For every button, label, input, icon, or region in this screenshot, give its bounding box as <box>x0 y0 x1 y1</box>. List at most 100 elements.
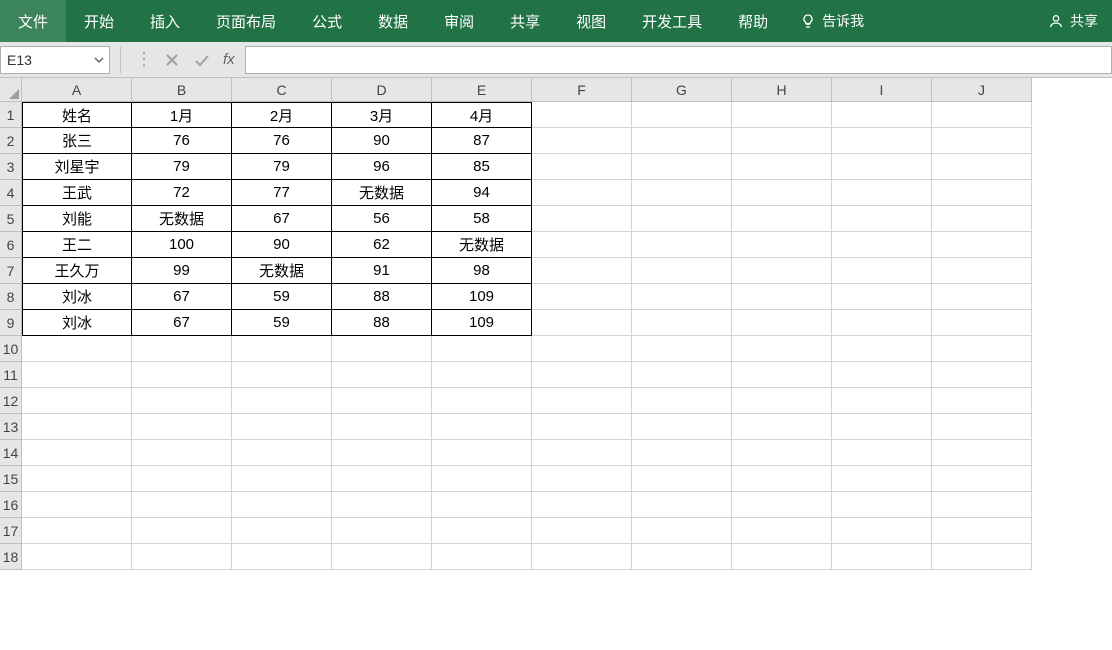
row-header-5[interactable]: 5 <box>0 206 22 232</box>
cell-E14[interactable] <box>432 440 532 466</box>
cell-J6[interactable] <box>932 232 1032 258</box>
tab-help[interactable]: 帮助 <box>720 0 786 42</box>
col-header-C[interactable]: C <box>232 78 332 102</box>
tab-review[interactable]: 审阅 <box>426 0 492 42</box>
tab-file[interactable]: 文件 <box>0 0 66 42</box>
cell-H18[interactable] <box>732 544 832 570</box>
cell-I13[interactable] <box>832 414 932 440</box>
cell-H4[interactable] <box>732 180 832 206</box>
cell-E6[interactable]: 无数据 <box>432 232 532 258</box>
cell-D5[interactable]: 56 <box>332 206 432 232</box>
row-header-9[interactable]: 9 <box>0 310 22 336</box>
cell-F3[interactable] <box>532 154 632 180</box>
tell-me[interactable]: 告诉我 <box>786 0 878 42</box>
cell-I4[interactable] <box>832 180 932 206</box>
col-header-G[interactable]: G <box>632 78 732 102</box>
tab-insert[interactable]: 插入 <box>132 0 198 42</box>
cell-A18[interactable] <box>22 544 132 570</box>
cell-G7[interactable] <box>632 258 732 284</box>
cell-H7[interactable] <box>732 258 832 284</box>
cell-E8[interactable]: 109 <box>432 284 532 310</box>
cell-A7[interactable]: 王久万 <box>22 258 132 284</box>
cell-F15[interactable] <box>532 466 632 492</box>
cell-F5[interactable] <box>532 206 632 232</box>
cell-H13[interactable] <box>732 414 832 440</box>
cell-D16[interactable] <box>332 492 432 518</box>
cell-C18[interactable] <box>232 544 332 570</box>
cell-E17[interactable] <box>432 518 532 544</box>
col-header-J[interactable]: J <box>932 78 1032 102</box>
cell-H15[interactable] <box>732 466 832 492</box>
cell-C7[interactable]: 无数据 <box>232 258 332 284</box>
cell-H5[interactable] <box>732 206 832 232</box>
cell-D6[interactable]: 62 <box>332 232 432 258</box>
cell-G1[interactable] <box>632 102 732 128</box>
cell-I12[interactable] <box>832 388 932 414</box>
share-button[interactable]: 共享 <box>1034 0 1112 42</box>
cell-A2[interactable]: 张三 <box>22 128 132 154</box>
cell-D9[interactable]: 88 <box>332 310 432 336</box>
cell-C17[interactable] <box>232 518 332 544</box>
cell-F2[interactable] <box>532 128 632 154</box>
row-header-13[interactable]: 13 <box>0 414 22 440</box>
cell-B6[interactable]: 100 <box>132 232 232 258</box>
cell-G5[interactable] <box>632 206 732 232</box>
cancel-button[interactable] <box>157 52 187 68</box>
row-header-10[interactable]: 10 <box>0 336 22 362</box>
cell-J13[interactable] <box>932 414 1032 440</box>
cell-C13[interactable] <box>232 414 332 440</box>
row-header-11[interactable]: 11 <box>0 362 22 388</box>
row-header-6[interactable]: 6 <box>0 232 22 258</box>
cell-A17[interactable] <box>22 518 132 544</box>
cell-I18[interactable] <box>832 544 932 570</box>
row-header-2[interactable]: 2 <box>0 128 22 154</box>
cell-B10[interactable] <box>132 336 232 362</box>
formula-bar-expand[interactable]: ⋮ <box>131 49 157 70</box>
cell-E9[interactable]: 109 <box>432 310 532 336</box>
cell-D10[interactable] <box>332 336 432 362</box>
cell-A16[interactable] <box>22 492 132 518</box>
cell-E2[interactable]: 87 <box>432 128 532 154</box>
cell-D7[interactable]: 91 <box>332 258 432 284</box>
cell-E12[interactable] <box>432 388 532 414</box>
col-header-E[interactable]: E <box>432 78 532 102</box>
cell-E7[interactable]: 98 <box>432 258 532 284</box>
name-box-dropdown[interactable] <box>91 47 107 73</box>
cell-B12[interactable] <box>132 388 232 414</box>
cell-E4[interactable]: 94 <box>432 180 532 206</box>
col-header-A[interactable]: A <box>22 78 132 102</box>
cell-F17[interactable] <box>532 518 632 544</box>
cell-C1[interactable]: 2月 <box>232 102 332 128</box>
cell-D8[interactable]: 88 <box>332 284 432 310</box>
cell-A4[interactable]: 王武 <box>22 180 132 206</box>
cell-E5[interactable]: 58 <box>432 206 532 232</box>
cell-D13[interactable] <box>332 414 432 440</box>
cell-B5[interactable]: 无数据 <box>132 206 232 232</box>
cell-G3[interactable] <box>632 154 732 180</box>
cell-H16[interactable] <box>732 492 832 518</box>
cell-C14[interactable] <box>232 440 332 466</box>
cell-I2[interactable] <box>832 128 932 154</box>
cell-F1[interactable] <box>532 102 632 128</box>
cell-C11[interactable] <box>232 362 332 388</box>
cell-G2[interactable] <box>632 128 732 154</box>
tab-home[interactable]: 开始 <box>66 0 132 42</box>
col-header-D[interactable]: D <box>332 78 432 102</box>
cell-D15[interactable] <box>332 466 432 492</box>
cell-J14[interactable] <box>932 440 1032 466</box>
cell-D2[interactable]: 90 <box>332 128 432 154</box>
cell-E11[interactable] <box>432 362 532 388</box>
cell-J15[interactable] <box>932 466 1032 492</box>
cell-J2[interactable] <box>932 128 1032 154</box>
cell-C6[interactable]: 90 <box>232 232 332 258</box>
cell-F4[interactable] <box>532 180 632 206</box>
cell-J18[interactable] <box>932 544 1032 570</box>
cell-I14[interactable] <box>832 440 932 466</box>
cell-E13[interactable] <box>432 414 532 440</box>
cell-I15[interactable] <box>832 466 932 492</box>
formula-input[interactable] <box>245 46 1112 74</box>
cell-J7[interactable] <box>932 258 1032 284</box>
cell-J17[interactable] <box>932 518 1032 544</box>
cell-I7[interactable] <box>832 258 932 284</box>
tab-developer[interactable]: 开发工具 <box>624 0 720 42</box>
